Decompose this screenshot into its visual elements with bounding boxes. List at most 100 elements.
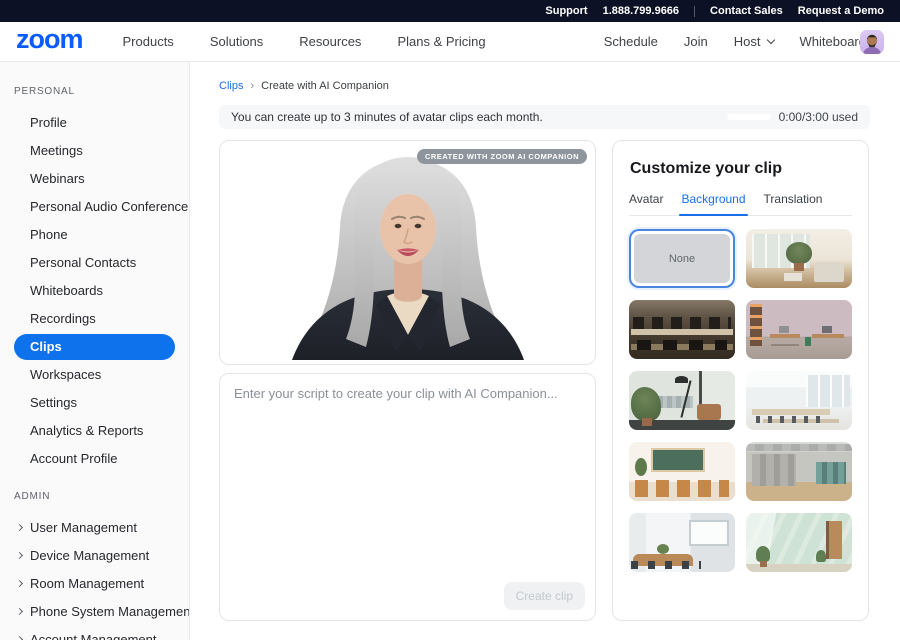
background-option-meeting-room[interactable]: [629, 513, 735, 572]
tile-art-layer: [752, 409, 830, 415]
tile-art-layer: [689, 520, 729, 546]
sidebar-item-clips[interactable]: Clips: [14, 334, 175, 360]
tab-background[interactable]: Background: [679, 192, 748, 216]
tab-avatar[interactable]: Avatar: [629, 192, 663, 206]
tile-art-layer: [631, 561, 701, 569]
nav-action-whiteboard[interactable]: Whiteboard: [800, 34, 866, 49]
sidebar-item-label: Analytics & Reports: [30, 423, 144, 438]
nav-item-solutions[interactable]: Solutions: [210, 34, 263, 49]
nav-action-host[interactable]: Host: [734, 34, 775, 49]
sidebar-item-label: Personal Contacts: [30, 255, 137, 270]
breadcrumb: Clips › Create with AI Companion: [219, 80, 870, 92]
sidebar-item-phone[interactable]: Phone: [0, 221, 189, 249]
sidebar-item-room-management[interactable]: Room Management: [0, 570, 189, 598]
tab-translation[interactable]: Translation: [764, 192, 823, 206]
nav-action-schedule[interactable]: Schedule: [604, 34, 658, 49]
zoom-logo[interactable]: zoom: [16, 26, 83, 53]
background-option-classroom[interactable]: [629, 442, 735, 501]
tile-art-layer: [786, 242, 812, 271]
sidebar-personal-list: Profile Meetings Webinars Personal Audio…: [0, 109, 189, 473]
sidebar-item-account-management[interactable]: Account Management: [0, 626, 189, 640]
sidebar-item-label: Account Profile: [30, 451, 118, 466]
nav-action-label: Whiteboard: [799, 34, 866, 49]
background-option-dark-office[interactable]: [629, 300, 735, 359]
topbar-divider: [694, 5, 696, 17]
tile-art-layer: [756, 416, 826, 423]
sidebar-item-user-management[interactable]: User Management: [0, 514, 189, 542]
chevron-right-icon: [15, 635, 24, 640]
breadcrumb-clips-link[interactable]: Clips: [219, 80, 243, 92]
nav-item-label: Solutions: [209, 34, 264, 49]
tile-art-layer: [826, 521, 842, 559]
sidebar-item-label: Recordings: [30, 311, 96, 326]
tab-label: Background: [681, 192, 746, 206]
sidebar-item-webinars[interactable]: Webinars: [0, 165, 189, 193]
sidebar-item-workspaces[interactable]: Workspaces: [0, 361, 189, 389]
nav-item-products[interactable]: Products: [123, 34, 174, 49]
page-layout: PERSONAL Profile Meetings Webinars Perso…: [0, 62, 900, 640]
background-option-window-plant[interactable]: [629, 371, 735, 430]
tile-art-layer: [816, 462, 846, 484]
nav-item-plans-pricing[interactable]: Plans & Pricing: [397, 34, 485, 49]
background-option-factory[interactable]: [746, 442, 852, 501]
background-option-bright-office[interactable]: [746, 371, 852, 430]
customize-title: Customize your clip: [630, 160, 783, 177]
sidebar-admin-label: ADMIN: [14, 491, 51, 502]
tile-art-layer: [637, 340, 727, 350]
sidebar-item-label: Settings: [30, 395, 77, 410]
sidebar-item-label: Webinars: [30, 171, 85, 186]
tile-art-layer: [752, 454, 796, 486]
request-demo-link[interactable]: Request a Demo: [798, 5, 884, 17]
nav-menu: Products Solutions Resources Plans & Pri…: [123, 34, 486, 49]
nav-item-resources[interactable]: Resources: [299, 34, 361, 49]
background-option-pink-office[interactable]: [746, 300, 852, 359]
quota-message: You can create up to 3 minutes of avatar…: [231, 110, 543, 124]
sidebar-item-recordings[interactable]: Recordings: [0, 305, 189, 333]
nav-item-label: Products: [122, 34, 174, 49]
sidebar-item-label: Personal Audio Conference: [30, 199, 189, 214]
sidebar-item-account-profile[interactable]: Account Profile: [0, 445, 189, 473]
background-option-green-room[interactable]: [746, 513, 852, 572]
sidebar-item-whiteboards[interactable]: Whiteboards: [0, 277, 189, 305]
tile-art-layer: [805, 326, 844, 346]
script-card: Create clip: [219, 373, 596, 621]
customize-tabs: Avatar Background Translation: [629, 192, 852, 216]
sidebar-item-label: Phone System Management: [30, 604, 190, 619]
background-option-none[interactable]: None: [629, 229, 735, 288]
sidebar-item-label: User Management: [30, 520, 137, 535]
quota-progress-bar: [726, 114, 771, 120]
sidebar-item-label: Device Management: [30, 548, 150, 563]
sidebar-item-label: Meetings: [30, 143, 83, 158]
sidebar-item-phone-system-management[interactable]: Phone System Management: [0, 598, 189, 626]
sidebar-item-analytics-reports[interactable]: Analytics & Reports: [0, 417, 189, 445]
nav-action-join[interactable]: Join: [684, 34, 708, 49]
phone-number: 1.888.799.9666: [602, 5, 680, 17]
background-option-living-room[interactable]: [746, 229, 852, 288]
script-input[interactable]: [220, 374, 595, 574]
sidebar-item-settings[interactable]: Settings: [0, 389, 189, 417]
sidebar-item-device-management[interactable]: Device Management: [0, 542, 189, 570]
tile-art-layer: [631, 329, 733, 335]
utility-topbar: Support 1.888.799.9666 Contact Sales Req…: [0, 0, 900, 22]
sidebar: PERSONAL Profile Meetings Webinars Perso…: [0, 62, 190, 640]
sidebar-item-label: Room Management: [30, 576, 145, 591]
contact-sales-link[interactable]: Contact Sales: [710, 5, 783, 17]
avatar-photo: [863, 34, 881, 54]
sidebar-item-meetings[interactable]: Meetings: [0, 137, 189, 165]
tile-art-layer: [635, 458, 647, 476]
nav-actions: Schedule Join Host Whiteboard: [604, 34, 866, 49]
user-avatar[interactable]: [860, 29, 884, 54]
sidebar-item-personal-contacts[interactable]: Personal Contacts: [0, 249, 189, 277]
ai-companion-badge: CREATED WITH ZOOM AI COMPANION: [416, 149, 587, 164]
nav-item-label: Resources: [299, 34, 362, 49]
support-link[interactable]: Support: [545, 5, 587, 17]
quota-usage-text: 0:00/3:00 used: [778, 110, 858, 124]
sidebar-item-profile[interactable]: Profile: [0, 109, 189, 137]
sidebar-item-personal-audio-conference[interactable]: Personal Audio Conference: [0, 193, 189, 221]
breadcrumb-current: Create with AI Companion: [261, 80, 389, 92]
create-clip-button[interactable]: Create clip: [503, 582, 585, 610]
background-options-grid: None: [629, 229, 852, 572]
quota-notice-bar: You can create up to 3 minutes of avatar…: [219, 105, 870, 129]
chevron-right-icon: [15, 579, 24, 588]
tile-art-layer: [631, 387, 661, 426]
